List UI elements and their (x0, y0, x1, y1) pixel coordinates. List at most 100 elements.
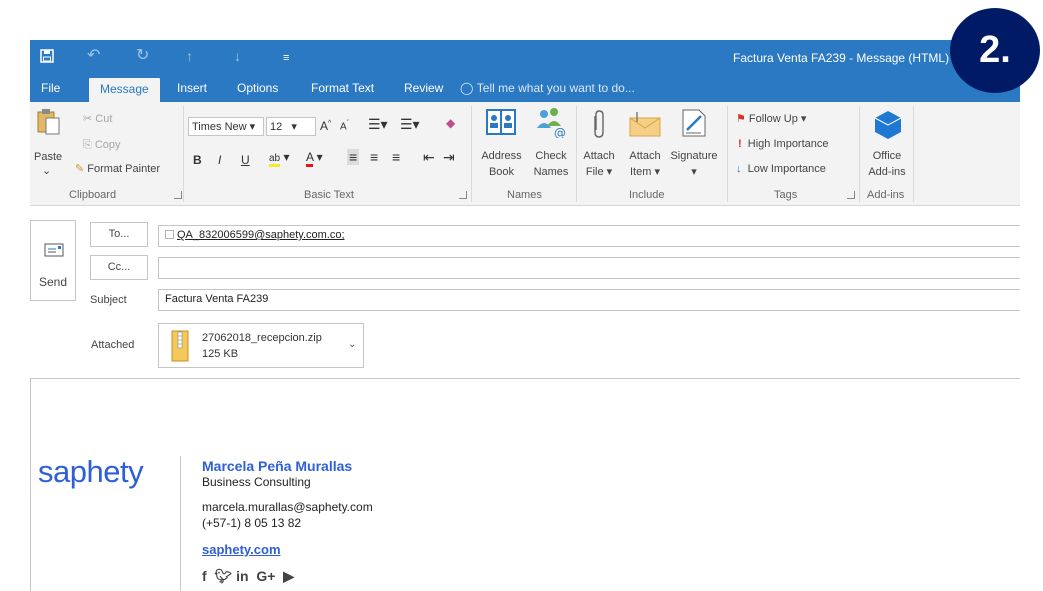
attach-file-label-2: File (585, 166, 604, 178)
address-book-button[interactable]: Address Book (479, 150, 524, 179)
attachment-dropdown-icon[interactable]: ⌄ (348, 339, 356, 350)
include-group-label: Include (629, 189, 665, 201)
saphety-logo: saphety (38, 454, 144, 489)
decrease-indent-icon[interactable]: ⇤ (423, 149, 435, 166)
linkedin-icon[interactable]: in (236, 568, 248, 584)
cc-field[interactable] (158, 257, 1020, 279)
tab-insert[interactable]: Insert (177, 81, 207, 95)
attached-label: Attached (91, 339, 135, 351)
clipboard-launcher-icon[interactable] (174, 191, 182, 199)
font-color-icon[interactable]: A ▾ (306, 150, 323, 167)
to-recipient: QA_832006599@saphety.com.co; (177, 229, 345, 241)
check-names-button[interactable]: Check Names (530, 150, 572, 179)
format-painter-label: Format Painter (87, 163, 161, 175)
low-importance-button[interactable]: ↓ Low Importance (736, 163, 826, 176)
redo-icon[interactable]: ↻ (136, 48, 149, 64)
basic-text-launcher-icon[interactable] (459, 191, 467, 199)
tab-file[interactable]: File (41, 81, 60, 95)
italic-button[interactable]: I (218, 153, 221, 167)
undo-icon[interactable]: ↶ (87, 48, 100, 64)
step-badge: 2. (950, 8, 1040, 93)
paperclip-icon[interactable] (590, 110, 606, 143)
signature-icon[interactable] (681, 108, 709, 141)
to-field[interactable]: QA_832006599@saphety.com.co; (158, 225, 1020, 247)
bold-button[interactable]: B (193, 153, 202, 167)
attachment-size: 125 KB (202, 348, 239, 360)
grow-font-icon[interactable]: A^ (320, 119, 331, 133)
message-body[interactable] (30, 378, 1020, 591)
align-right-icon[interactable]: ≡ (392, 149, 400, 165)
clipboard-group-label: Clipboard (69, 189, 117, 201)
font-size-value: 12 (270, 121, 283, 133)
paste-icon[interactable] (36, 108, 62, 135)
tab-options[interactable]: Options (237, 81, 278, 95)
align-left-icon[interactable]: ≡ (347, 149, 360, 165)
clear-formatting-icon[interactable]: ◆ (446, 116, 455, 130)
tags-launcher-icon[interactable] (847, 191, 855, 199)
twitter-icon[interactable]: 🐦︎ (214, 568, 232, 584)
youtube-icon[interactable]: ▶ (283, 568, 294, 584)
attach-file-label-1: Attach (583, 150, 615, 162)
basic-text-group-label: Basic Text (304, 189, 354, 201)
align-center-icon[interactable]: ≡ (370, 149, 378, 165)
signature-email[interactable]: marcela.murallas@saphety.com (202, 500, 373, 514)
high-importance-button[interactable]: ! High Importance (738, 138, 829, 151)
zip-file-icon (171, 330, 189, 365)
attach-item-button[interactable]: Attach Item ▾ (621, 150, 669, 179)
signature-name: Marcela Peña Murallas (202, 458, 353, 474)
signature-button[interactable]: Signature ▾ (666, 150, 722, 179)
office-addins-label-2: Add-ins (868, 166, 906, 178)
cc-button[interactable]: Cc... (90, 255, 148, 280)
down-arrow-icon[interactable]: ↓ (234, 48, 241, 64)
signature-website-link[interactable]: saphety.com (202, 542, 281, 557)
follow-up-button[interactable]: ⚑ Follow Up ▾ (736, 113, 806, 126)
attachment-name: 27062018_recepcion.zip (202, 332, 322, 344)
tab-format-text[interactable]: Format Text (311, 81, 374, 95)
check-names-icon[interactable]: @ (535, 108, 567, 141)
tell-me-search[interactable]: ◯ Tell me what you want to do... (460, 81, 635, 95)
step-badge-label: 2. (979, 29, 1011, 71)
underline-button[interactable]: U (241, 153, 250, 167)
attach-item-label-2: Item (630, 166, 652, 178)
group-divider (183, 106, 184, 202)
google-plus-icon[interactable]: G+ (256, 568, 275, 584)
highlight-icon[interactable]: ab ▾ (269, 150, 289, 167)
signature-divider (180, 456, 181, 591)
group-divider (576, 106, 577, 202)
check-names-label-1: Check (535, 150, 567, 162)
attach-item-icon[interactable] (628, 110, 662, 141)
format-painter-button[interactable]: ✎ Format Painter (75, 163, 160, 176)
office-addins-icon[interactable] (874, 110, 902, 143)
tell-me-text: Tell me what you want to do... (476, 81, 635, 95)
font-name-select[interactable]: Times New ▾ (188, 117, 264, 136)
customize-icon[interactable]: ≡ (283, 50, 289, 66)
save-icon[interactable] (40, 49, 54, 67)
paste-dropdown-icon[interactable]: ⌄ (42, 165, 51, 178)
numbering-icon[interactable]: ☰▾ (400, 116, 420, 133)
up-arrow-icon[interactable]: ↑ (186, 48, 193, 64)
copy-icon: ⎘ (83, 139, 95, 151)
bullets-icon[interactable]: ☰▾ (368, 116, 388, 133)
copy-button[interactable]: ⎘ Copy (83, 139, 121, 152)
shrink-font-icon[interactable]: Aˇ (340, 120, 349, 132)
copy-label: Copy (94, 139, 121, 151)
office-addins-label-1: Office (872, 150, 902, 162)
attachment-item[interactable]: 27062018_recepcion.zip 125 KB ⌄ (158, 323, 364, 368)
subject-value: Factura Venta FA239 (165, 293, 269, 305)
office-addins-button[interactable]: Office Add-ins (864, 150, 910, 179)
address-book-icon[interactable] (486, 108, 516, 139)
paste-label[interactable]: Paste (34, 151, 62, 164)
tab-message[interactable]: Message (89, 78, 160, 103)
group-divider (727, 106, 728, 202)
facebook-icon[interactable]: f (202, 568, 207, 584)
check-names-label-2: Names (533, 166, 569, 178)
to-button[interactable]: To... (90, 222, 148, 247)
attach-file-button[interactable]: Attach File ▾ (580, 150, 618, 179)
subject-field[interactable]: Factura Venta FA239 (158, 289, 1020, 311)
font-size-select[interactable]: 12 ▾ (266, 117, 316, 136)
send-button[interactable]: Send (30, 220, 76, 301)
cut-button[interactable]: ✂ Cut (83, 113, 112, 126)
tab-review[interactable]: Review (404, 81, 443, 95)
attach-item-label-1: Attach (629, 150, 661, 162)
increase-indent-icon[interactable]: ⇥ (443, 149, 455, 166)
